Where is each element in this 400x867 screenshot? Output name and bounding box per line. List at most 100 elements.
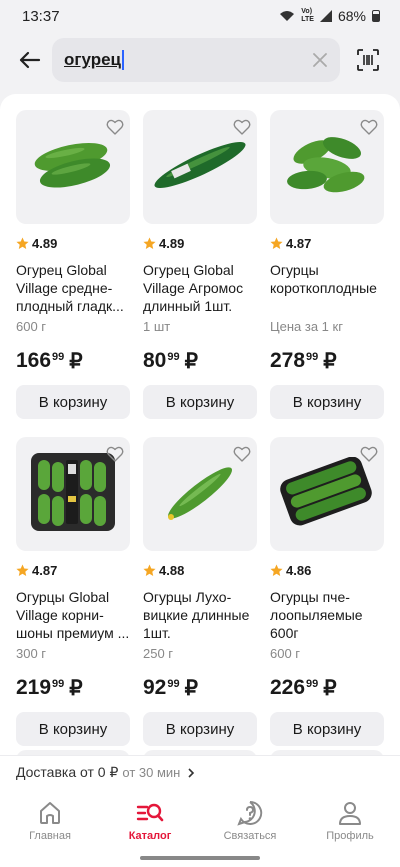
add-to-cart-button[interactable]: В корзину — [16, 712, 130, 746]
product-rating: 4.86 — [270, 563, 384, 578]
product-image[interactable] — [143, 110, 257, 224]
profile-icon — [339, 801, 361, 825]
tab-profile[interactable]: Профиль — [305, 799, 395, 842]
product-rating: 4.88 — [143, 563, 257, 578]
product-title[interactable]: Огурец Global Village средне-плодный гла… — [16, 261, 130, 315]
heart-icon[interactable] — [360, 445, 378, 463]
catalog-search-icon — [136, 803, 164, 821]
product-rating: 4.87 — [270, 236, 384, 251]
product-unit: 1 шт — [143, 319, 171, 334]
long-cucumber-wrapped-image — [150, 135, 250, 200]
price-rubles: 219 — [16, 676, 52, 699]
product-card[interactable]: 4.87 Огурцы Global Village корни-шоны пр… — [16, 437, 130, 746]
product-card[interactable]: 4.87 Огурцы короткоплодные Цена за 1 кг … — [270, 110, 384, 419]
star-icon — [270, 237, 283, 249]
delivery-banner[interactable]: Доставка от 0 ₽ от 30 мин — [0, 755, 400, 789]
product-title[interactable]: Огурцы короткоплодные — [270, 261, 384, 315]
product-card[interactable]: 4.89 Огурец Global Village Агромос длинн… — [143, 110, 257, 419]
price-currency: ₽ — [69, 350, 83, 373]
price-currency: ₽ — [69, 677, 83, 700]
rating-value: 4.87 — [286, 236, 312, 251]
product-price: 278 99 ₽ — [270, 349, 384, 377]
star-icon — [270, 564, 283, 576]
network-indicator: Vo) LTE — [301, 8, 314, 23]
price-rubles: 226 — [270, 676, 306, 699]
single-long-cucumber-image — [155, 457, 245, 532]
home-icon — [40, 801, 60, 824]
price-rubles: 278 — [270, 349, 306, 372]
star-icon — [16, 564, 29, 576]
heart-icon[interactable] — [360, 118, 378, 136]
rating-value: 4.86 — [286, 563, 312, 578]
star-icon — [143, 237, 156, 249]
cucumbers-tray-image — [279, 456, 375, 532]
rating-value: 4.88 — [159, 563, 185, 578]
price-rubles: 166 — [16, 349, 52, 372]
add-to-cart-button[interactable]: В корзину — [143, 712, 257, 746]
price-kopecks: 99 — [306, 351, 319, 363]
home-indicator[interactable] — [140, 856, 260, 860]
bottom-navigation: Главная Каталог Связаться Профиль — [0, 789, 400, 849]
price-currency: ₽ — [323, 677, 337, 700]
search-query[interactable]: огурец — [64, 50, 121, 70]
product-unit: 600 г — [16, 319, 47, 334]
product-image[interactable] — [16, 437, 130, 551]
price-kopecks: 99 — [167, 351, 180, 363]
price-kopecks: 99 — [306, 678, 319, 690]
text-caret — [122, 50, 124, 70]
product-image[interactable] — [270, 437, 384, 551]
wifi-icon — [280, 11, 295, 21]
status-bar: 13:37 Vo) LTE 68% — [0, 0, 400, 32]
product-image[interactable] — [16, 110, 130, 224]
heart-icon[interactable] — [106, 118, 124, 136]
tab-label: Профиль — [326, 829, 374, 842]
product-price: 92 99 ₽ — [143, 676, 257, 704]
back-button[interactable] — [12, 42, 48, 78]
product-unit: 300 г — [16, 646, 47, 661]
rating-value: 4.89 — [32, 236, 58, 251]
gherkins-tray-image — [28, 450, 118, 539]
product-title[interactable]: Огурцы Global Village корни-шоны премиум… — [16, 588, 130, 642]
battery-icon — [372, 10, 380, 22]
price-currency: ₽ — [323, 350, 337, 373]
tab-label: Связаться — [223, 829, 277, 842]
product-image[interactable] — [270, 110, 384, 224]
delivery-time: от 30 мин — [122, 765, 181, 780]
two-cucumbers-image — [31, 135, 115, 200]
add-to-cart-button[interactable]: В корзину — [270, 385, 384, 419]
product-list: 4.89 Огурец Global Village средне-плодны… — [0, 94, 400, 787]
product-card[interactable]: 4.89 Огурец Global Village средне-плодны… — [16, 110, 130, 419]
product-title[interactable]: Огурцы пче-лоопыляемые 600г — [270, 588, 384, 642]
product-price: 80 99 ₽ — [143, 349, 257, 377]
clear-button[interactable] — [310, 50, 330, 70]
product-grid: 4.89 Огурец Global Village средне-плодны… — [0, 94, 400, 746]
search-header: огурец — [0, 32, 400, 88]
product-rating: 4.87 — [16, 563, 130, 578]
search-input[interactable]: огурец — [52, 38, 340, 82]
product-image[interactable] — [143, 437, 257, 551]
tab-contact[interactable]: Связаться — [205, 799, 295, 842]
add-to-cart-button[interactable]: В корзину — [270, 712, 384, 746]
price-kopecks: 99 — [52, 678, 65, 690]
heart-icon[interactable] — [233, 118, 251, 136]
barcode-scan-icon — [357, 49, 379, 71]
barcode-scan-button[interactable] — [348, 40, 388, 80]
heart-icon[interactable] — [233, 445, 251, 463]
add-to-cart-button[interactable]: В корзину — [143, 385, 257, 419]
rating-value: 4.87 — [32, 563, 58, 578]
product-title[interactable]: Огурец Global Village Агромос длинный 1ш… — [143, 261, 257, 315]
tab-catalog[interactable]: Каталог — [105, 799, 195, 842]
rating-value: 4.89 — [159, 236, 185, 251]
heart-icon[interactable] — [106, 445, 124, 463]
help-icon — [237, 800, 263, 826]
product-card[interactable]: 4.86 Огурцы пче-лоопыляемые 600г 600 г 2… — [270, 437, 384, 746]
price-kopecks: 99 — [52, 351, 65, 363]
tab-home[interactable]: Главная — [5, 799, 95, 842]
product-card[interactable]: 4.88 Огурцы Лухо-вицкие длинные 1шт. 250… — [143, 437, 257, 746]
add-to-cart-button[interactable]: В корзину — [16, 385, 130, 419]
arrow-left-icon — [19, 51, 41, 69]
star-icon — [143, 564, 156, 576]
close-icon — [313, 53, 327, 67]
product-title[interactable]: Огурцы Лухо-вицкие длинные 1шт. — [143, 588, 257, 642]
price-kopecks: 99 — [167, 678, 180, 690]
